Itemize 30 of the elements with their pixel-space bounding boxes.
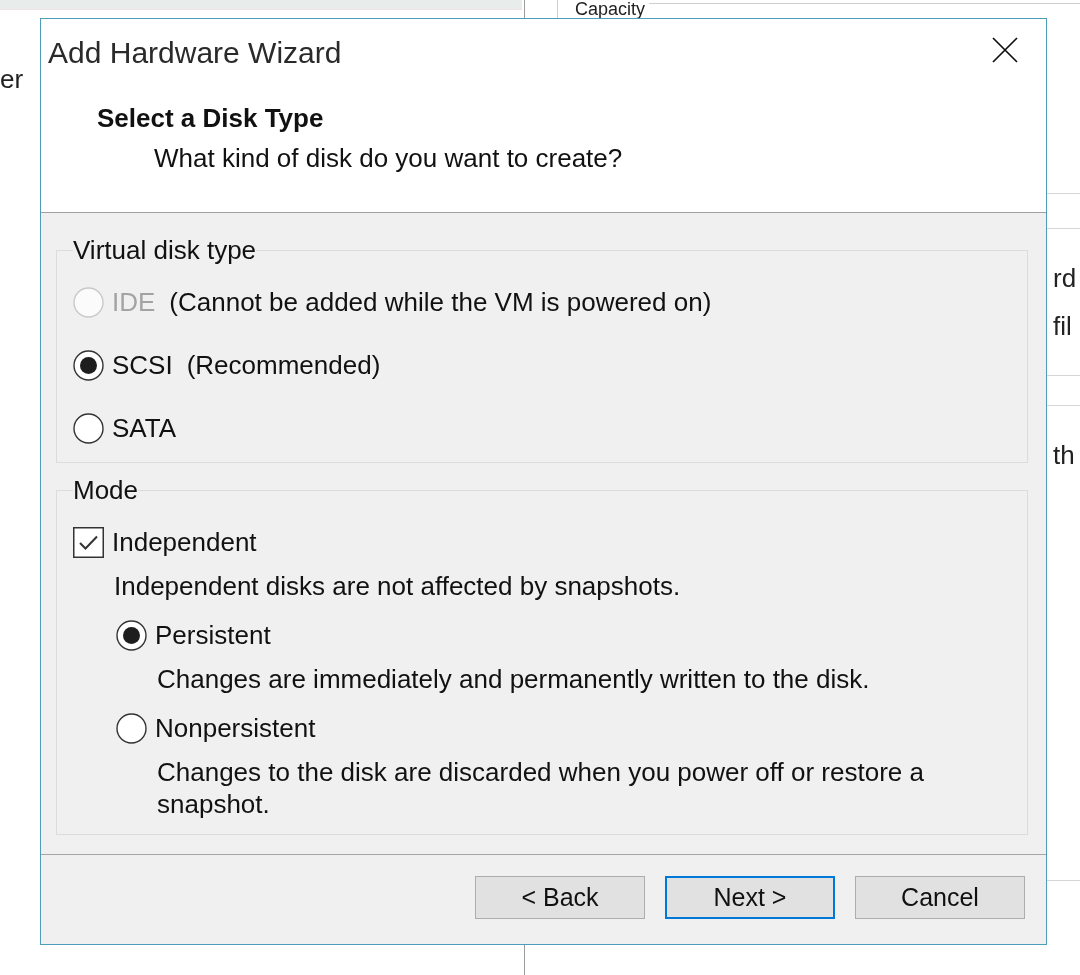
page-subtitle: What kind of disk do you want to create? (154, 142, 623, 174)
radio-label[interactable]: Nonpersistent (155, 712, 316, 744)
radio-button[interactable] (73, 412, 104, 444)
radio-button[interactable] (116, 712, 147, 744)
next-button[interactable]: Next > (665, 876, 835, 919)
close-button[interactable] (992, 37, 1018, 63)
checkbox[interactable] (73, 526, 104, 558)
option-description: Changes are immediately and permanently written to the disk. (157, 663, 871, 695)
background-text: th (1053, 440, 1075, 470)
checkbox-label[interactable]: Independent (112, 526, 257, 558)
radio-button[interactable] (116, 619, 147, 651)
group-label: Virtual disk type (73, 234, 257, 266)
close-icon (992, 37, 1018, 63)
background-text: er (0, 64, 24, 94)
option-description: Changes to the disk are discarded when you power off or restore a snapshot. (157, 756, 925, 820)
option-note: (Cannot be added while the VM is powered on) (169, 286, 712, 318)
option-description: Independent disks are not affected by snapshots. (114, 570, 682, 602)
group-label: Mode (73, 474, 139, 506)
page-title: Select a Disk Type (97, 102, 324, 134)
radio-label[interactable]: SATA (112, 412, 177, 444)
radio-label[interactable]: Persistent (155, 619, 271, 651)
radio-button[interactable] (73, 349, 104, 381)
group-label: Capacity (575, 0, 646, 18)
cancel-button[interactable]: Cancel (855, 876, 1025, 919)
window-title: Add Hardware Wizard (48, 35, 342, 71)
background-text: rd (1053, 263, 1077, 293)
background-text: fil (1053, 311, 1072, 341)
option-note: (Recommended) (186, 349, 381, 381)
radio-label[interactable]: SCSI (112, 349, 173, 381)
back-button[interactable]: < Back (475, 876, 645, 919)
